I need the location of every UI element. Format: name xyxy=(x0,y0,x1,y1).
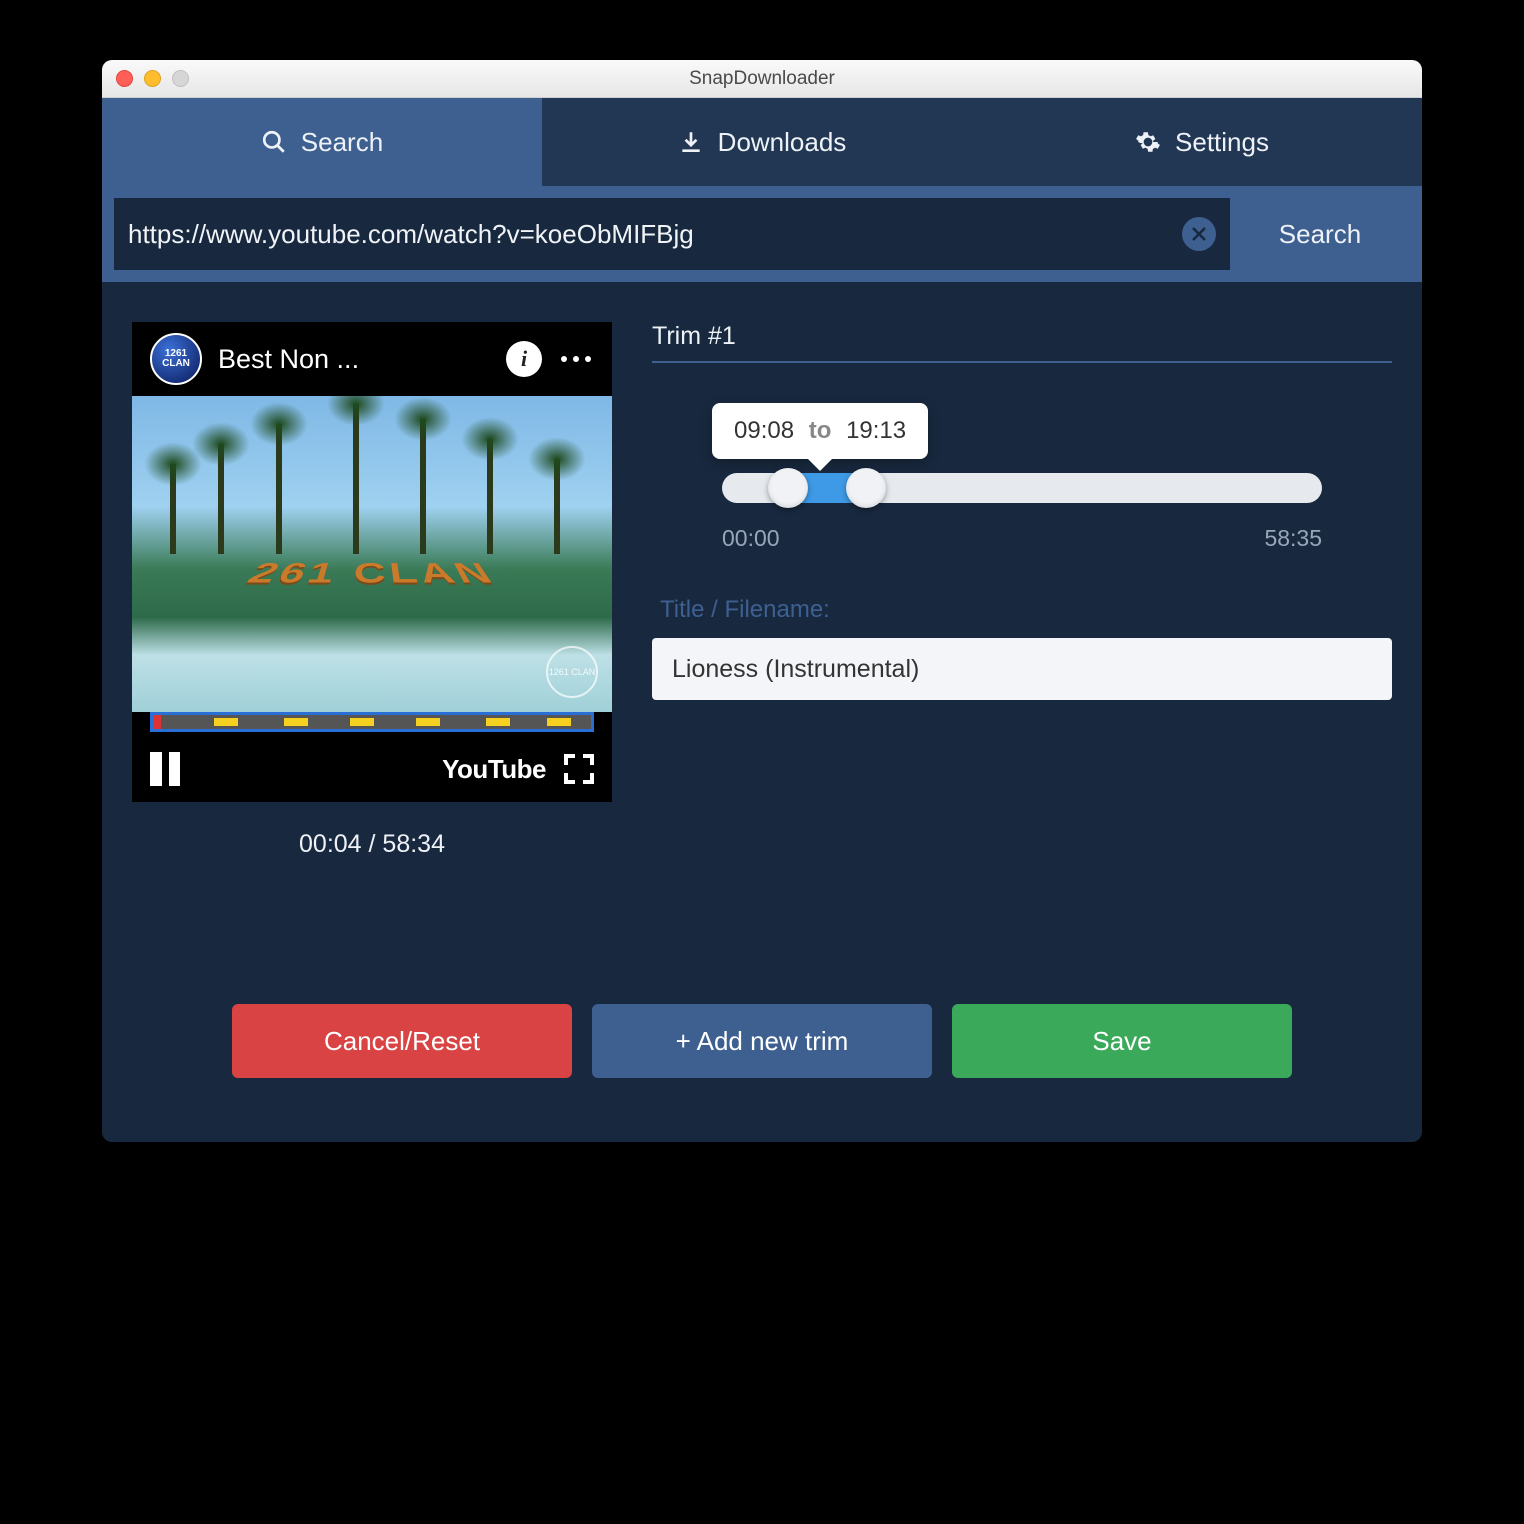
gear-icon xyxy=(1135,129,1161,155)
tab-settings[interactable]: Settings xyxy=(982,98,1422,186)
content-area: 1261 CLAN Best Non ... i 261 CLAN xyxy=(102,282,1422,1142)
filename-label: Title / Filename: xyxy=(660,596,1392,624)
range-handle-start[interactable] xyxy=(768,468,808,508)
video-title: Best Non ... xyxy=(218,344,490,375)
search-button[interactable]: Search xyxy=(1230,198,1410,270)
video-frame: 261 CLAN 1261 CLAN xyxy=(132,396,612,712)
filename-input[interactable] xyxy=(652,638,1392,700)
add-trim-button-label: + Add new trim xyxy=(676,1026,849,1057)
download-icon xyxy=(678,129,704,155)
app-window: SnapDownloader Search Downloads Settings xyxy=(102,60,1422,1142)
tab-search[interactable]: Search xyxy=(102,98,542,186)
search-icon xyxy=(261,129,287,155)
range-start-value: 09:08 xyxy=(734,417,794,444)
tab-label: Downloads xyxy=(718,127,847,158)
range-slider[interactable] xyxy=(652,473,1392,503)
window-title: SnapDownloader xyxy=(102,68,1422,90)
video-player[interactable]: 1261 CLAN Best Non ... i 261 CLAN xyxy=(132,322,612,802)
trim-heading: Trim #1 xyxy=(652,322,1392,363)
range-labels: 00:00 58:35 xyxy=(652,525,1392,552)
fullscreen-icon[interactable] xyxy=(564,754,594,784)
video-watermark: 1261 CLAN xyxy=(546,646,598,698)
channel-avatar[interactable]: 1261 CLAN xyxy=(150,333,202,385)
pause-icon[interactable] xyxy=(150,752,180,786)
info-icon[interactable]: i xyxy=(506,341,542,377)
progress-bar[interactable] xyxy=(150,712,594,732)
playback-time-label: 00:04 / 58:34 xyxy=(132,830,612,859)
range-to-word: to xyxy=(809,417,832,444)
range-end-value: 19:13 xyxy=(846,417,906,444)
video-preview-column: 1261 CLAN Best Non ... i 261 CLAN xyxy=(132,322,612,859)
cancel-button-label: Cancel/Reset xyxy=(324,1026,480,1057)
search-button-label: Search xyxy=(1279,219,1361,250)
search-input-wrap xyxy=(114,198,1230,270)
player-controls: YouTube xyxy=(132,712,612,802)
range-handle-end[interactable] xyxy=(846,468,886,508)
titlebar: SnapDownloader xyxy=(102,60,1422,98)
cancel-button[interactable]: Cancel/Reset xyxy=(232,1004,572,1078)
video-overlay-text: 261 CLAN xyxy=(239,558,504,590)
clear-input-button[interactable] xyxy=(1182,217,1216,251)
range-tooltip: 09:08 to 19:13 xyxy=(712,403,928,459)
range-track[interactable] xyxy=(722,473,1322,503)
action-buttons: Cancel/Reset + Add new trim Save xyxy=(132,1004,1392,1112)
search-bar: Search xyxy=(102,186,1422,282)
more-options-icon[interactable] xyxy=(558,341,594,377)
main-tabs: Search Downloads Settings xyxy=(102,98,1422,186)
youtube-logo[interactable]: YouTube xyxy=(442,754,546,785)
save-button-label: Save xyxy=(1092,1026,1151,1057)
tab-label: Settings xyxy=(1175,127,1269,158)
tab-label: Search xyxy=(301,127,383,158)
add-trim-button[interactable]: + Add new trim xyxy=(592,1004,932,1078)
range-max-label: 58:35 xyxy=(1264,525,1322,552)
save-button[interactable]: Save xyxy=(952,1004,1292,1078)
url-input[interactable] xyxy=(128,219,1182,250)
range-min-label: 00:00 xyxy=(722,525,780,552)
range-tooltip-wrap: 09:08 to 19:13 xyxy=(652,403,1392,459)
trim-panel: Trim #1 09:08 to 19:13 xyxy=(652,322,1392,859)
close-icon xyxy=(1190,225,1208,243)
player-header: 1261 CLAN Best Non ... i xyxy=(132,322,612,396)
tab-downloads[interactable]: Downloads xyxy=(542,98,982,186)
